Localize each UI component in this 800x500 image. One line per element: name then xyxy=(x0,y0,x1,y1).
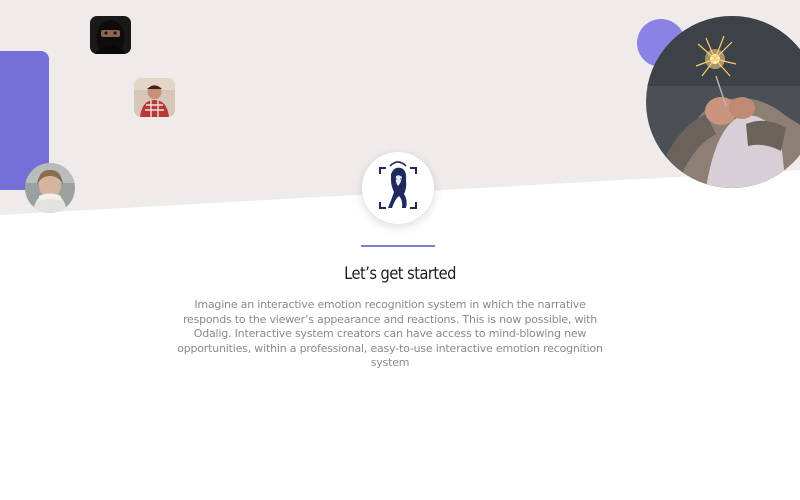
title-divider xyxy=(361,245,435,247)
intro-description: Imagine an interactive emotion recogniti… xyxy=(177,298,603,370)
face-scan-icon xyxy=(379,161,417,209)
avatar-thumbnail-1 xyxy=(90,16,131,54)
avatar-thumbnail-3 xyxy=(25,163,75,213)
avatar-thumbnail-2 xyxy=(134,78,175,117)
page: Let’s get started Imagine an interactive… xyxy=(0,0,800,500)
page-title: Let’s get started xyxy=(344,264,456,284)
logo-badge xyxy=(362,152,434,224)
